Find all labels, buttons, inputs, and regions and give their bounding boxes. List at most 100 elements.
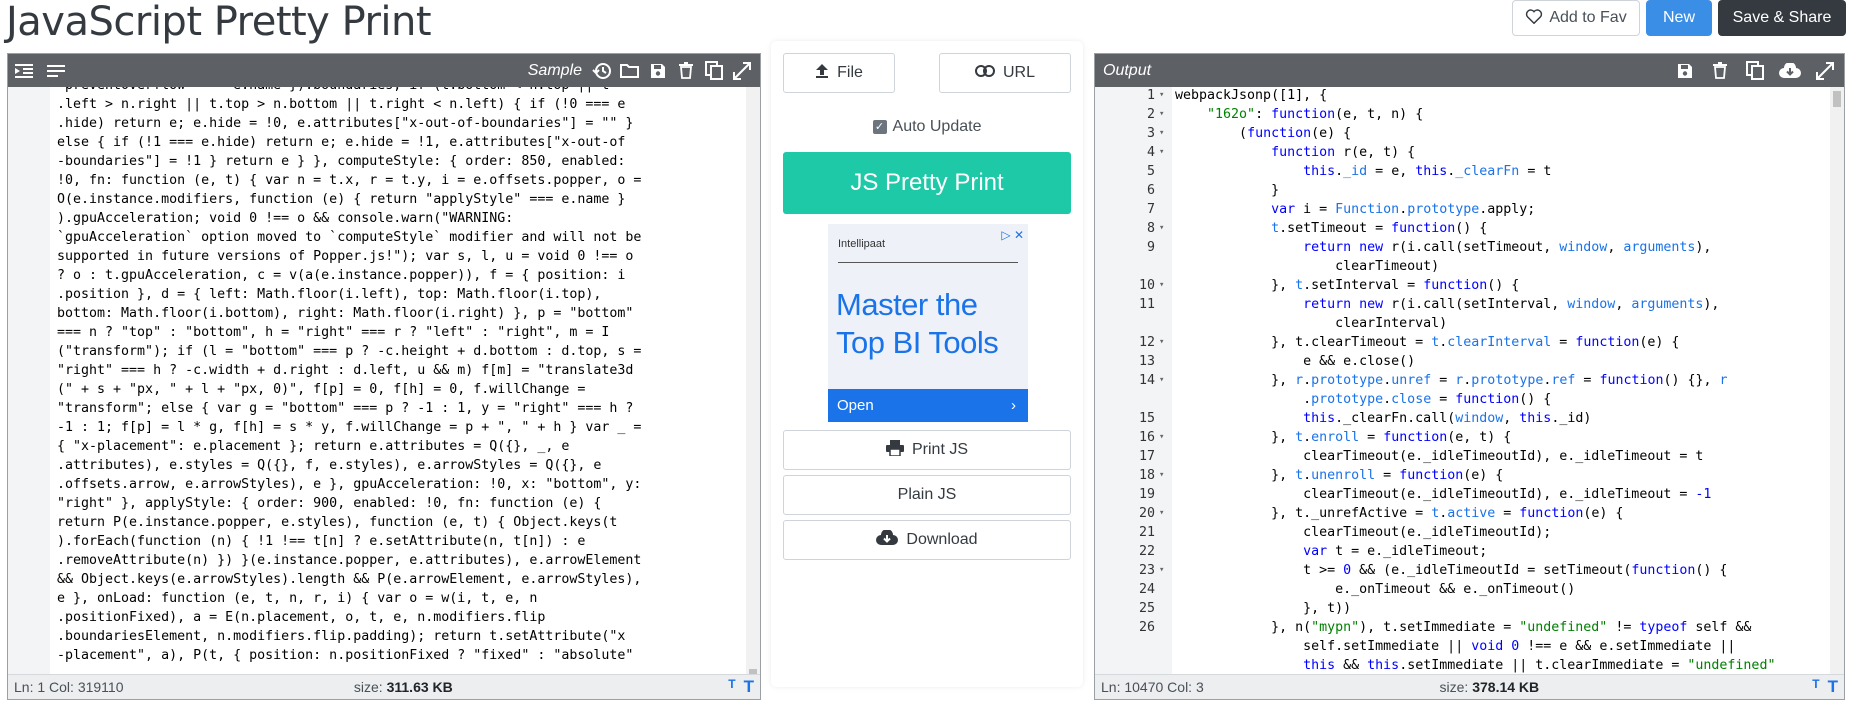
auto-update-checkbox[interactable]: ✓ xyxy=(872,120,887,134)
output-scrollbar[interactable] xyxy=(1830,87,1844,674)
input-code-area[interactable]: "preventOverflow" === e.name }).boundari… xyxy=(57,87,744,674)
fold-toggle-icon[interactable]: ▾ xyxy=(1155,276,1172,295)
fold-toggle-icon[interactable]: ▾ xyxy=(1155,143,1172,162)
history-icon[interactable] xyxy=(588,54,616,87)
input-code-line: -placement", a), P(t, { position: n.posi… xyxy=(57,648,634,663)
input-code-line: { "x-placement": e.placement }; return e… xyxy=(57,439,570,454)
output-size-label: size: xyxy=(1439,679,1469,695)
folder-open-icon[interactable] xyxy=(616,54,644,87)
output-code-line: 6 } xyxy=(1095,181,1828,200)
output-code-text: "162o": function(e, t, n) { xyxy=(1207,107,1424,122)
input-code-line: .boundariesElement, n.modifiers.flip.pad… xyxy=(57,629,626,644)
decrease-font-icon[interactable]: T xyxy=(728,677,735,697)
output-code-text: t.setTimeout = function() { xyxy=(1271,221,1488,236)
url-button-label: URL xyxy=(1002,64,1035,81)
input-code-line: .offsets.arrow, e.arrowStyles), e }, gpu… xyxy=(57,477,642,492)
output-code-text: clearTimeout(e._idleTimeoutId); xyxy=(1175,525,1552,540)
output-scrollbar-thumb[interactable] xyxy=(1833,91,1841,107)
output-code-line: 22 var t = e._idleTimeout; xyxy=(1095,542,1828,561)
print-button[interactable]: Print JS xyxy=(783,430,1071,470)
fold-toggle-icon[interactable]: ▾ xyxy=(1155,333,1172,352)
output-code-line: 16 ▾ }, t.enroll = function(e, t) { xyxy=(1095,428,1828,447)
trash-icon[interactable] xyxy=(672,54,700,87)
save-icon[interactable] xyxy=(644,54,672,87)
fold-toggle-icon[interactable]: ▾ xyxy=(1155,219,1172,238)
output-download-icon[interactable] xyxy=(1772,54,1807,87)
fold-toggle-icon xyxy=(1155,637,1172,656)
copy-icon[interactable] xyxy=(700,54,728,87)
file-button[interactable]: File xyxy=(783,53,895,93)
sample-link[interactable]: Sample xyxy=(528,62,582,80)
input-code-line: "preventOverflow" === e.name }).boundari… xyxy=(57,87,744,95)
output-code-line: 15 this._clearFn.call(window, this._id) xyxy=(1095,409,1828,428)
print-button-label: Print JS xyxy=(911,441,968,458)
output-code-text: webpackJsonp([1], { xyxy=(1175,88,1328,103)
input-scrollbar[interactable] xyxy=(746,87,760,681)
save-share-button[interactable]: Save & Share xyxy=(1718,0,1846,36)
output-code-text: this && this.setImmediate || t.clearImme… xyxy=(1303,658,1776,673)
input-code-line: "right" === h ? -c.width + d.right : d.l… xyxy=(57,363,634,378)
output-code-line: 25 }, t)) xyxy=(1095,599,1828,618)
ad-close-icon[interactable]: ▷ ✕ xyxy=(1001,228,1024,242)
fold-toggle-icon xyxy=(1155,485,1172,504)
output-code-text: self.setImmediate || void 0 !== e && e.s… xyxy=(1175,639,1736,654)
url-button[interactable]: URL xyxy=(939,53,1071,93)
link-icon xyxy=(974,64,995,82)
fold-toggle-icon[interactable]: ▾ xyxy=(1155,504,1172,523)
input-code-line: return P(e.instance.popper, e.styles), f… xyxy=(57,515,618,530)
input-code-line: `gpuAcceleration` option moved to `compu… xyxy=(57,230,642,245)
new-button[interactable]: New xyxy=(1646,0,1712,36)
output-copy-icon[interactable] xyxy=(1737,54,1772,87)
fold-toggle-icon[interactable]: ▾ xyxy=(1155,105,1172,124)
fold-toggle-icon[interactable]: ▾ xyxy=(1155,124,1172,143)
output-code-line: 9 return new r(i.call(setTimeout, window… xyxy=(1095,238,1828,257)
fold-toggle-icon xyxy=(1155,200,1172,219)
output-decrease-font-icon[interactable]: T xyxy=(1812,677,1819,697)
input-code-line: .removeAttribute(n) }) }(e.instance.popp… xyxy=(57,553,642,568)
output-save-icon[interactable] xyxy=(1667,54,1702,87)
fold-toggle-icon xyxy=(1155,181,1172,200)
expand-icon[interactable] xyxy=(728,54,756,87)
auto-update-label: Auto Update xyxy=(892,118,982,135)
heart-icon xyxy=(1525,8,1543,29)
line-number: 2 xyxy=(1146,107,1155,122)
output-code-line: self.setImmediate || void 0 !== e && e.s… xyxy=(1095,637,1828,656)
input-code-line: ).forEach(function (n) { !1 !== t[n] ? e… xyxy=(57,534,586,549)
output-increase-font-icon[interactable]: T xyxy=(1828,677,1838,697)
page-title: JavaScript Pretty Print xyxy=(6,0,432,45)
line-number: 1 xyxy=(1146,88,1155,103)
output-code-text: function r(e, t) { xyxy=(1271,145,1416,160)
output-code-text: }, t)) xyxy=(1175,601,1352,616)
advertisement[interactable]: Intellipaat ▷ ✕ Master the Top BI Tools … xyxy=(828,224,1028,422)
plain-js-button[interactable]: Plain JS xyxy=(783,475,1071,515)
output-code-line: 20 ▾ }, t._unrefActive = t.active = funct… xyxy=(1095,504,1828,523)
fold-toggle-icon xyxy=(1155,390,1172,409)
input-font-size-controls: T T xyxy=(728,677,754,697)
line-number xyxy=(1095,656,1155,674)
fold-toggle-icon[interactable]: ▾ xyxy=(1155,561,1172,580)
fold-toggle-icon[interactable]: ▾ xyxy=(1155,428,1172,447)
output-code-text: }, t.unenroll = function(e) { xyxy=(1175,468,1504,483)
output-code-line: 14 ▾ }, r.prototype.unref = r.prototype.r… xyxy=(1095,371,1828,390)
output-label: Output xyxy=(1103,61,1152,79)
add-to-fav-button[interactable]: Add to Fav xyxy=(1512,0,1640,36)
output-trash-icon[interactable] xyxy=(1702,54,1737,87)
cloud-download-icon xyxy=(876,528,899,551)
fold-toggle-icon[interactable]: ▾ xyxy=(1155,87,1172,105)
output-code-text: clearTimeout(e._idleTimeoutId), e._idleT… xyxy=(1175,487,1712,502)
wrap-lines-icon[interactable] xyxy=(42,54,70,87)
auto-update-toggle[interactable]: ✓ Auto Update xyxy=(771,118,1083,136)
ad-open-button[interactable]: Open › xyxy=(828,389,1028,422)
pretty-print-button[interactable]: JS Pretty Print xyxy=(783,152,1071,214)
download-button[interactable]: Download xyxy=(783,520,1071,560)
output-expand-icon[interactable] xyxy=(1807,54,1842,87)
fold-toggle-icon[interactable]: ▾ xyxy=(1155,371,1172,390)
fold-toggle-icon xyxy=(1155,409,1172,428)
output-code-text: this._clearFn.call(window, this._id) xyxy=(1303,411,1592,426)
indent-icon[interactable] xyxy=(10,54,38,87)
output-code-area[interactable]: 1 ▾ webpackJsonp([1], {2 ▾ "162o": function… xyxy=(1095,87,1828,674)
fold-toggle-icon xyxy=(1155,618,1172,637)
fold-toggle-icon[interactable]: ▾ xyxy=(1155,466,1172,485)
increase-font-icon[interactable]: T xyxy=(744,677,754,697)
output-code-line: 12 ▾ }, t.clearTimeout = t.clearInterval … xyxy=(1095,333,1828,352)
